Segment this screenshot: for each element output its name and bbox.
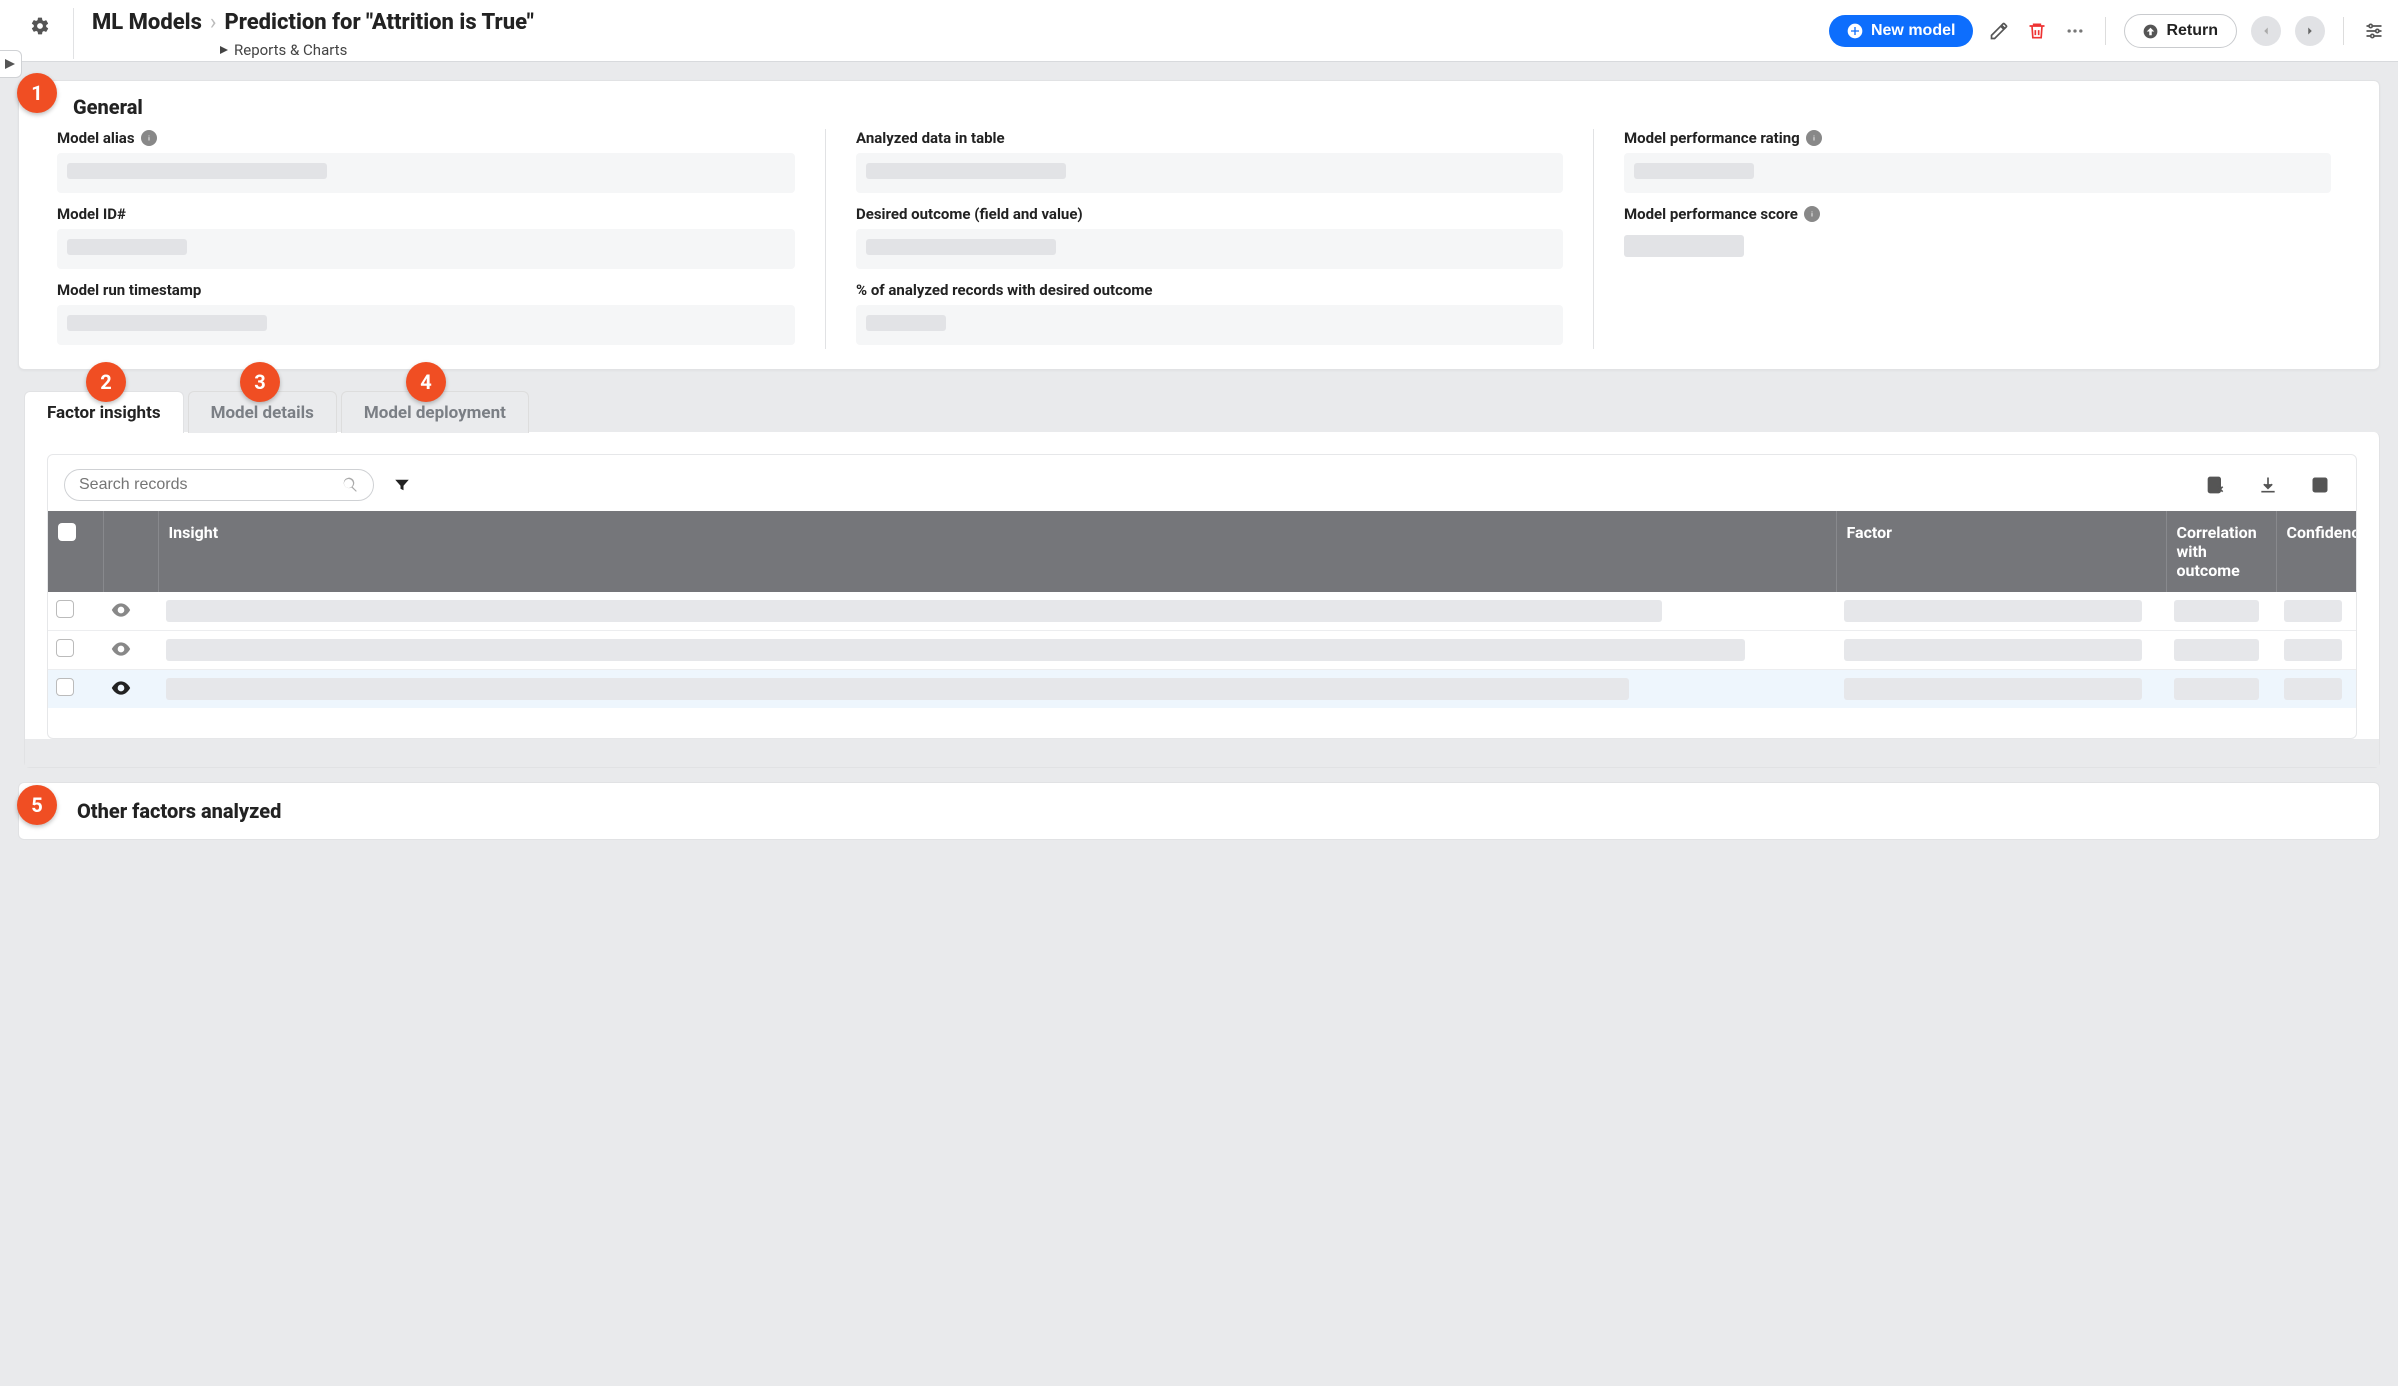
- desired-outcome-label: Desired outcome (field and value): [856, 205, 1563, 223]
- eye-icon[interactable]: [111, 602, 131, 621]
- col-confidence[interactable]: Confidence: [2276, 511, 2356, 592]
- pct-desired-label: % of analyzed records with desired outco…: [856, 281, 1563, 299]
- page-title: Prediction for "Attrition is True": [224, 10, 533, 35]
- table-row[interactable]: [48, 631, 2356, 670]
- other-factors-title: Other factors analyzed: [77, 799, 281, 823]
- tabs: 2 3 4 Factor insights Model details Mode…: [24, 390, 2380, 768]
- reports-charts-label: Reports & Charts: [234, 41, 347, 59]
- row-checkbox[interactable]: [56, 678, 74, 696]
- model-alias-label: Model alias: [57, 129, 795, 147]
- col-factor[interactable]: Factor: [1836, 511, 2166, 592]
- new-model-button[interactable]: New model: [1829, 15, 1973, 47]
- search-input-wrap: [64, 469, 374, 501]
- model-run-ts-label: Model run timestamp: [57, 281, 795, 299]
- perf-score-value: [1624, 229, 2331, 269]
- breadcrumb-separator: ›: [210, 10, 217, 35]
- table-row[interactable]: [48, 670, 2356, 709]
- analyzed-table-value: [856, 153, 1563, 193]
- breadcrumb: ML Models › Prediction for "Attrition is…: [92, 10, 534, 35]
- search-input[interactable]: [79, 476, 341, 494]
- analyzed-table-label: Analyzed data in table: [856, 129, 1563, 147]
- factor-insights-panel: Insight Factor Correlation with outcome …: [24, 432, 2380, 768]
- general-section: 1 General Model alias Model ID# Model ru…: [18, 80, 2380, 370]
- row-checkbox[interactable]: [56, 639, 74, 657]
- search-icon: [341, 476, 359, 494]
- eye-icon[interactable]: [111, 680, 131, 699]
- download-icon[interactable]: [2256, 473, 2280, 497]
- info-icon[interactable]: [1804, 206, 1820, 222]
- desired-outcome-value: [856, 229, 1563, 269]
- col-checkbox[interactable]: [48, 511, 103, 592]
- general-col-2: Analyzed data in table Desired outcome (…: [825, 129, 1593, 349]
- breadcrumb-parent[interactable]: ML Models: [92, 10, 202, 35]
- top-toolbar: New model Return: [1829, 8, 2386, 48]
- nav-prev-icon[interactable]: [2251, 16, 2281, 46]
- callout-5: 5: [17, 785, 57, 825]
- row-checkbox[interactable]: [56, 600, 74, 618]
- callout-2: 2: [86, 362, 126, 402]
- col-correlation[interactable]: Correlation with outcome: [2166, 511, 2276, 592]
- nav-next-icon[interactable]: [2295, 16, 2325, 46]
- top-bar: ML Models › Prediction for "Attrition is…: [0, 0, 2398, 62]
- other-factors-section: 5 Other factors analyzed: [18, 782, 2380, 840]
- info-icon[interactable]: [1806, 130, 1822, 146]
- reports-charts-link[interactable]: Reports & Charts: [220, 41, 534, 59]
- general-col-1: Model alias Model ID# Model run timestam…: [57, 129, 825, 349]
- more-icon[interactable]: [2063, 19, 2087, 43]
- return-label: Return: [2166, 22, 2218, 40]
- table-row[interactable]: [48, 592, 2356, 631]
- divider: [2105, 17, 2106, 45]
- model-run-ts-value: [57, 305, 795, 345]
- delete-icon[interactable]: [2025, 19, 2049, 43]
- pct-desired-value: [856, 305, 1563, 345]
- return-button[interactable]: Return: [2124, 14, 2237, 48]
- col-eye: [103, 511, 158, 592]
- model-alias-value: [57, 153, 795, 193]
- sidebar-toggle[interactable]: [0, 50, 22, 78]
- insights-table: Insight Factor Correlation with outcome …: [48, 511, 2356, 708]
- callout-4: 4: [406, 362, 446, 402]
- callout-3: 3: [240, 362, 280, 402]
- perf-score-label: Model performance score: [1624, 205, 2331, 223]
- info-icon[interactable]: [141, 130, 157, 146]
- sliders-icon[interactable]: [2362, 19, 2386, 43]
- filter-icon[interactable]: [390, 473, 414, 497]
- callout-1: 1: [17, 73, 57, 113]
- new-model-label: New model: [1871, 22, 1955, 40]
- divider: [2343, 17, 2344, 45]
- col-insight[interactable]: Insight: [158, 511, 1836, 592]
- open-external-icon[interactable]: [2308, 473, 2332, 497]
- settings-gear-icon[interactable]: [28, 14, 52, 38]
- perf-rating-label: Model performance rating: [1624, 129, 2331, 147]
- general-title: General: [73, 95, 143, 119]
- model-id-label: Model ID#: [57, 205, 795, 223]
- table-footer-bar: [25, 739, 2379, 767]
- model-id-value: [57, 229, 795, 269]
- general-col-3: Model performance rating Model performan…: [1593, 129, 2361, 349]
- edit-icon[interactable]: [1987, 19, 2011, 43]
- perf-rating-value: [1624, 153, 2331, 193]
- eye-icon[interactable]: [111, 641, 131, 660]
- title-block: ML Models › Prediction for "Attrition is…: [73, 8, 534, 59]
- grid-edit-icon[interactable]: [2204, 473, 2228, 497]
